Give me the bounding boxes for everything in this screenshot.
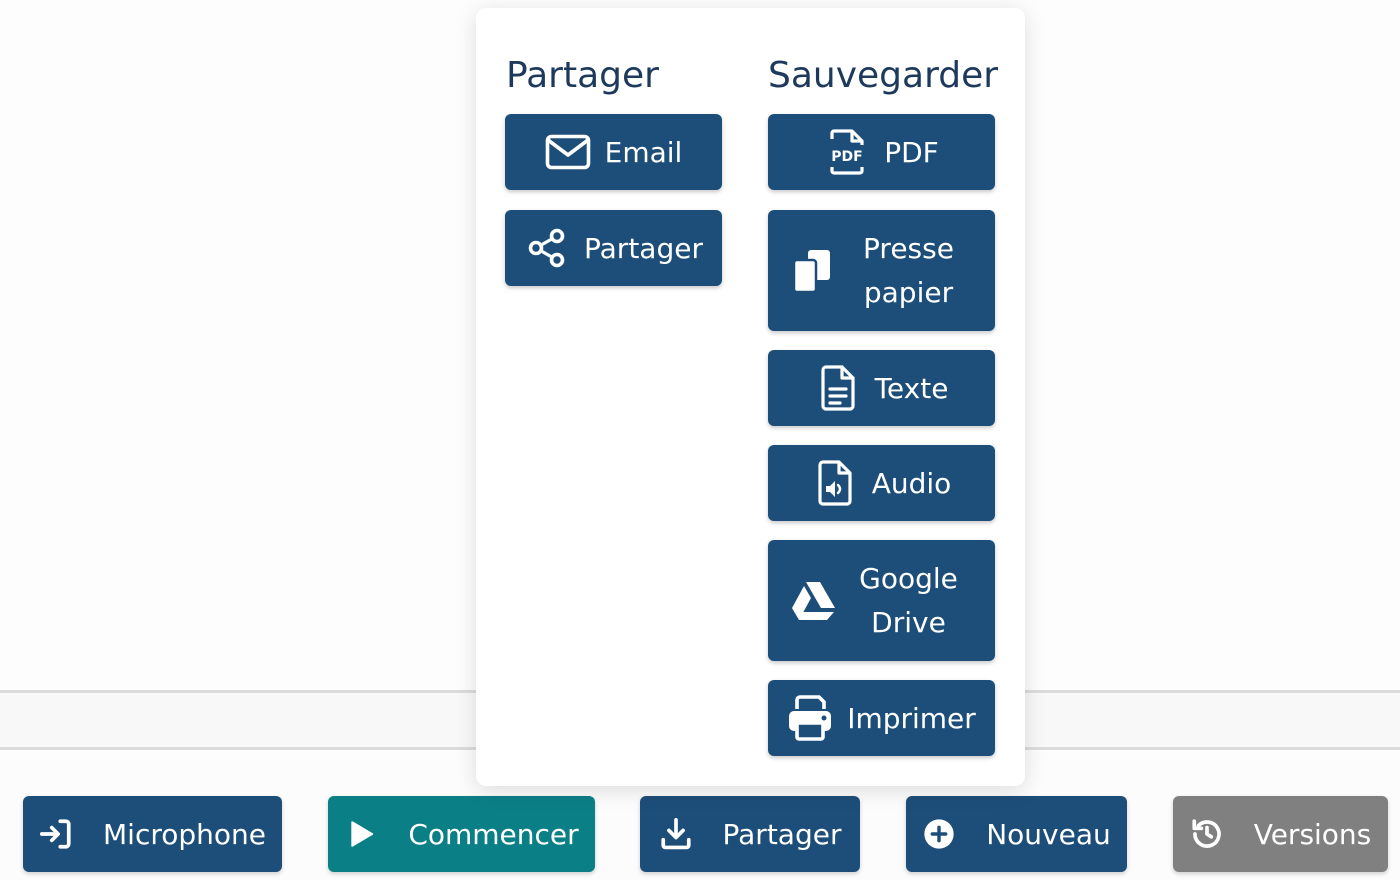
envelope-icon bbox=[545, 129, 591, 175]
text-file-icon bbox=[815, 365, 861, 411]
history-icon bbox=[1190, 817, 1224, 851]
play-icon bbox=[344, 817, 378, 851]
save-column-title: Sauvegarder bbox=[768, 55, 999, 96]
text-button-label: Texte bbox=[874, 371, 949, 405]
print-button[interactable]: Imprimer bbox=[768, 680, 995, 756]
clipboard-button[interactable]: Presse papier bbox=[768, 210, 995, 331]
share-button-label: Partager bbox=[584, 231, 703, 265]
email-button[interactable]: Email bbox=[505, 114, 722, 190]
new-button-label: Nouveau bbox=[986, 817, 1111, 851]
copy-icon bbox=[790, 248, 836, 294]
microphone-button-label: Microphone bbox=[103, 817, 266, 851]
email-button-label: Email bbox=[604, 135, 683, 169]
text-button[interactable]: Texte bbox=[768, 350, 995, 426]
sign-in-icon bbox=[39, 817, 73, 851]
printer-icon bbox=[787, 695, 833, 741]
google-drive-button-label: Google Drive bbox=[859, 561, 958, 639]
share-save-popover: Partager Sauvegarder Email Partager PDF … bbox=[476, 8, 1025, 786]
print-button-label: Imprimer bbox=[847, 701, 976, 735]
share-column-title: Partager bbox=[506, 55, 659, 96]
start-button-label: Commencer bbox=[408, 817, 579, 851]
pdf-file-icon: PDF bbox=[824, 129, 870, 175]
svg-text:PDF: PDF bbox=[831, 149, 862, 165]
versions-button[interactable]: Versions bbox=[1173, 796, 1388, 872]
share-download-button-label: Partager bbox=[722, 817, 842, 851]
download-icon bbox=[659, 817, 693, 851]
audio-button-label: Audio bbox=[871, 466, 952, 500]
clipboard-button-label: Presse papier bbox=[863, 231, 954, 309]
share-download-button[interactable]: Partager bbox=[640, 796, 860, 872]
plus-circle-icon bbox=[922, 817, 956, 851]
google-drive-icon bbox=[790, 578, 836, 624]
share-button[interactable]: Partager bbox=[505, 210, 722, 286]
new-button[interactable]: Nouveau bbox=[906, 796, 1127, 872]
start-button[interactable]: Commencer bbox=[328, 796, 595, 872]
versions-button-label: Versions bbox=[1253, 817, 1372, 851]
pdf-button[interactable]: PDF PDF bbox=[768, 114, 995, 190]
audio-button[interactable]: Audio bbox=[768, 445, 995, 521]
pdf-button-label: PDF bbox=[884, 135, 939, 169]
google-drive-button[interactable]: Google Drive bbox=[768, 540, 995, 661]
audio-file-icon bbox=[812, 460, 858, 506]
microphone-button[interactable]: Microphone bbox=[23, 796, 282, 872]
share-nodes-icon bbox=[524, 225, 570, 271]
